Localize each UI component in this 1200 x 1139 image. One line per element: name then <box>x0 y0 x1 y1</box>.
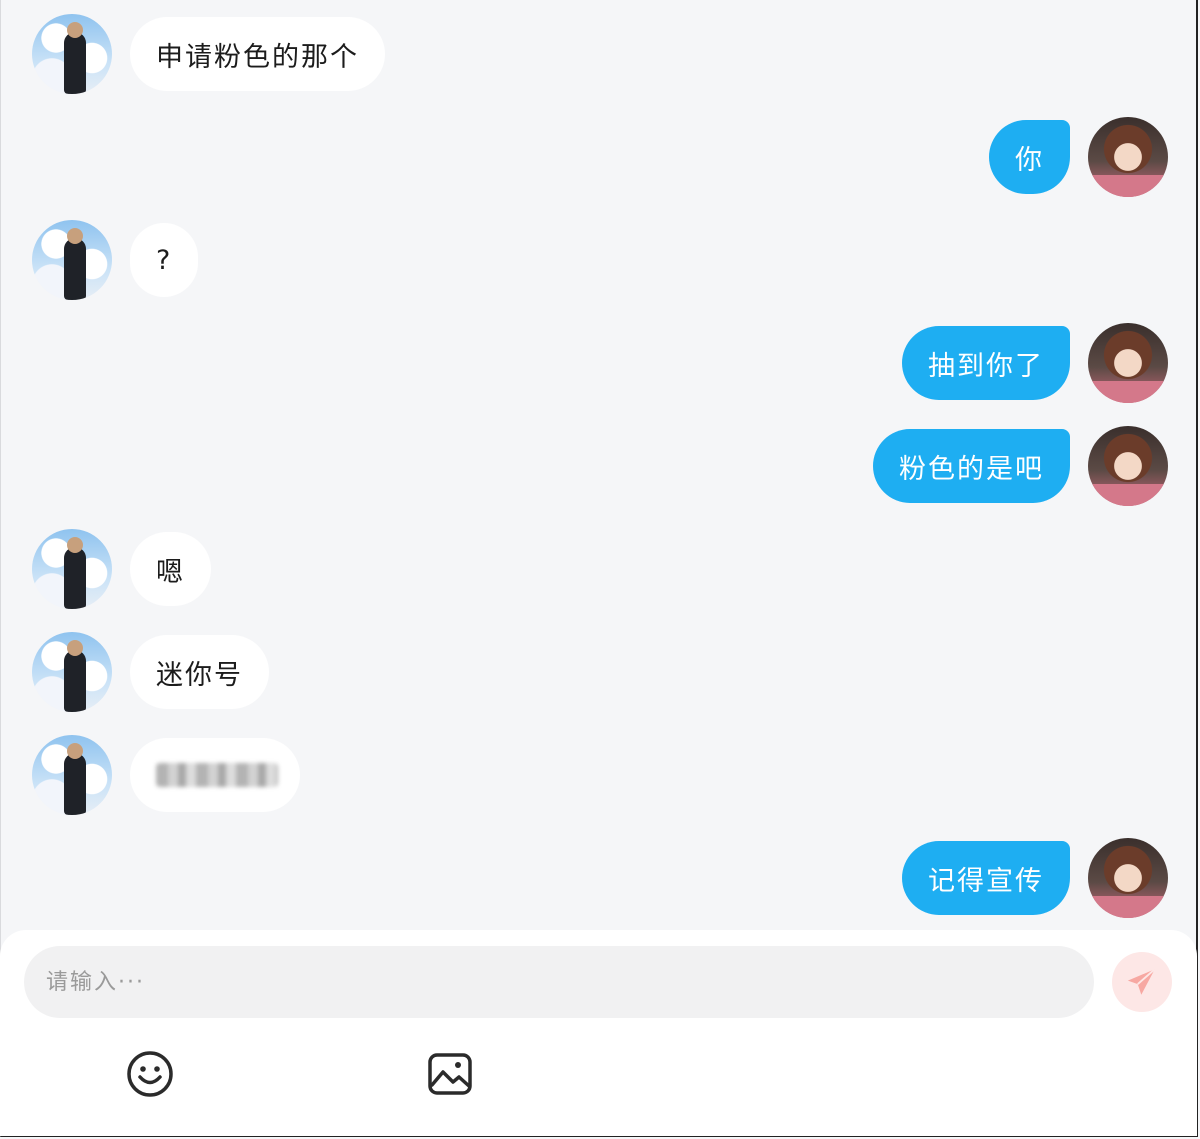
smiley-face-icon <box>127 1051 173 1097</box>
send-button[interactable] <box>1112 952 1172 1012</box>
message-row: 你 <box>989 117 1168 197</box>
message-row: 粉色的是吧 <box>873 426 1168 506</box>
message-input[interactable] <box>24 946 1094 1018</box>
message-row <box>32 735 300 815</box>
redacted-text <box>156 763 278 787</box>
user-avatar[interactable] <box>1088 838 1168 918</box>
contact-avatar[interactable] <box>32 529 112 609</box>
message-row: 记得宣传 <box>902 838 1168 918</box>
contact-avatar[interactable] <box>32 735 112 815</box>
outgoing-message-bubble[interactable]: 抽到你了 <box>902 326 1070 400</box>
user-avatar[interactable] <box>1088 426 1168 506</box>
message-row: 抽到你了 <box>902 323 1168 403</box>
contact-avatar[interactable] <box>32 14 112 94</box>
outgoing-message-bubble[interactable]: 你 <box>989 120 1070 194</box>
message-row: 迷你号 <box>32 632 269 712</box>
emoji-button[interactable] <box>126 1050 174 1098</box>
incoming-message-bubble[interactable]: ? <box>130 223 199 297</box>
incoming-message-bubble[interactable]: 嗯 <box>130 532 211 606</box>
paper-plane-icon <box>1127 968 1156 995</box>
message-row: 申请粉色的那个 <box>32 14 385 94</box>
outgoing-message-bubble[interactable]: 粉色的是吧 <box>873 429 1070 503</box>
user-avatar[interactable] <box>1088 117 1168 197</box>
contact-avatar[interactable] <box>32 220 112 300</box>
image-icon <box>428 1053 472 1095</box>
incoming-message-bubble[interactable]: 申请粉色的那个 <box>130 17 385 91</box>
message-composer <box>0 930 1197 1136</box>
message-row: ? <box>32 220 199 300</box>
redacted-message-bubble[interactable] <box>130 738 300 812</box>
contact-avatar[interactable] <box>32 632 112 712</box>
message-row: 嗯 <box>32 529 211 609</box>
outgoing-message-bubble[interactable]: 记得宣传 <box>902 841 1070 915</box>
image-button[interactable] <box>426 1050 474 1098</box>
user-avatar[interactable] <box>1088 323 1168 403</box>
incoming-message-bubble[interactable]: 迷你号 <box>130 635 269 709</box>
